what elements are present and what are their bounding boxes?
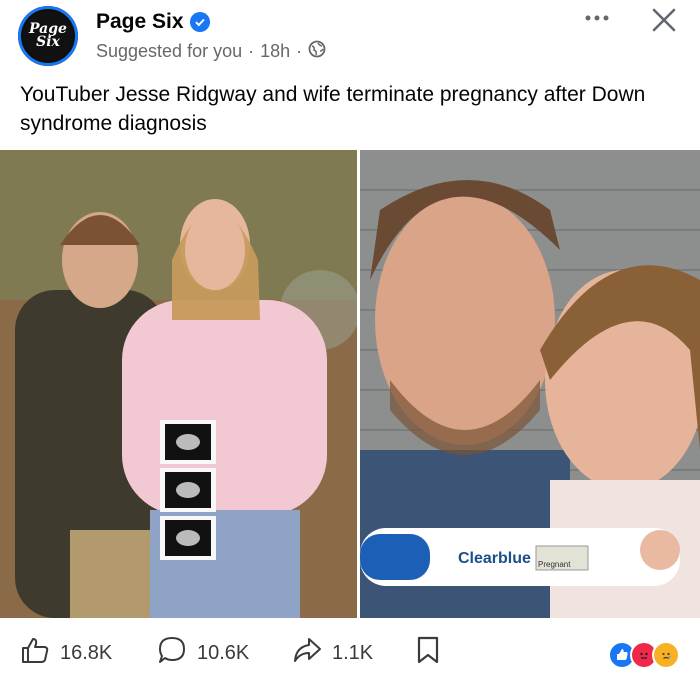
comment-button[interactable]: 10.6K [157, 635, 249, 671]
globe-icon [308, 40, 326, 63]
page-logo: Page Six [23, 11, 73, 61]
like-icon [20, 635, 50, 671]
save-button[interactable] [415, 635, 441, 671]
sad-reaction-icon [652, 641, 680, 669]
verified-badge-icon [189, 12, 210, 32]
share-icon [292, 635, 322, 671]
page-name[interactable]: Page Six [96, 10, 184, 34]
photo-couple-outdoors[interactable] [0, 150, 357, 618]
post-photos[interactable]: Clearblue Pregnant [0, 150, 700, 618]
post-time[interactable]: 18h [260, 41, 290, 62]
meta-separator-2: · [296, 41, 303, 61]
more-icon[interactable] [582, 6, 612, 30]
test-result-label: Pregnant [538, 560, 571, 569]
post-meta: Suggested for you · 18h · [96, 40, 326, 63]
reaction-summary[interactable] [608, 641, 680, 669]
logo-line-2: Six [36, 34, 60, 50]
like-count: 16.8K [60, 641, 113, 664]
photo-couple-selfie[interactable]: Clearblue Pregnant [360, 150, 700, 618]
post-text: YouTuber Jesse Ridgway and wife terminat… [20, 83, 646, 135]
post-header: Page Six Page Six Suggested for you · 18… [0, 0, 700, 72]
page-name-row: Page Six [96, 10, 210, 34]
close-icon[interactable] [650, 6, 678, 34]
post-actions: 16.8K 10.6K 1.1K [0, 625, 700, 681]
comment-count: 10.6K [197, 641, 250, 664]
test-brand-label: Clearblue [458, 550, 531, 567]
comment-icon [157, 635, 187, 671]
save-icon [415, 635, 441, 671]
like-button[interactable]: 16.8K [20, 635, 112, 671]
suggested-label: Suggested for you [96, 41, 243, 61]
share-button[interactable]: 1.1K [292, 635, 373, 671]
share-count: 1.1K [332, 641, 374, 664]
page-avatar[interactable]: Page Six [18, 6, 78, 66]
meta-separator-1: · [248, 41, 255, 61]
